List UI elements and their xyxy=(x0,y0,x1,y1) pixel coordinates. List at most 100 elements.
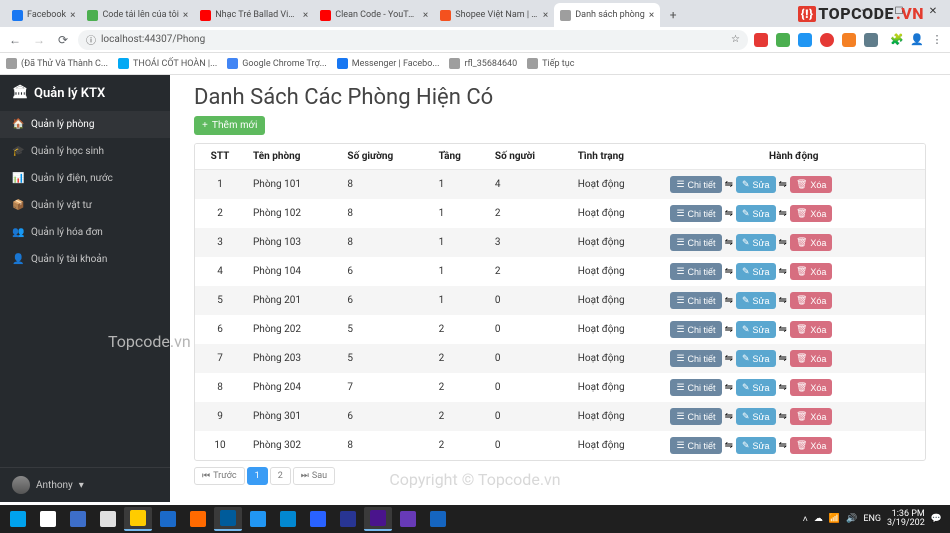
pager-next[interactable]: ⏭Sau xyxy=(293,467,335,485)
detail-button[interactable]: ☰Chi tiết xyxy=(670,176,721,193)
cell-giuong: 5 xyxy=(339,344,430,373)
edit-button[interactable]: ✎Sửa xyxy=(736,292,776,309)
edit-button[interactable]: ✎Sửa xyxy=(736,437,776,454)
add-button[interactable]: + Thêm mới xyxy=(194,116,265,135)
taskbar-clock[interactable]: 1:36 PM 3/19/202 xyxy=(887,510,925,529)
taskbar-app-chrome[interactable] xyxy=(124,507,152,531)
edit-button[interactable]: ✎Sửa xyxy=(736,263,776,280)
star-icon[interactable]: ☆ xyxy=(731,34,740,45)
sidebar-item[interactable]: 👥Quản lý hóa đơn xyxy=(0,219,170,246)
delete-button[interactable]: 🗑Xóa xyxy=(790,379,832,396)
detail-button[interactable]: ☰Chi tiết xyxy=(670,408,721,425)
delete-button[interactable]: 🗑Xóa xyxy=(790,263,832,280)
edit-button[interactable]: ✎Sửa xyxy=(736,205,776,222)
browser-tab[interactable]: Shopee Việt Nam | Mua và Bá× xyxy=(434,3,554,27)
bookmark-item[interactable]: Messenger | Facebo... xyxy=(337,58,440,69)
taskbar-app-start[interactable] xyxy=(4,507,32,531)
tray-notifications-icon[interactable]: 💬 xyxy=(931,514,942,524)
taskbar-app-vscode[interactable] xyxy=(214,507,242,531)
edit-button[interactable]: ✎Sửa xyxy=(736,234,776,251)
profile-icon[interactable]: 👤 xyxy=(910,33,924,46)
pager-prev[interactable]: ⏮Trước xyxy=(194,467,245,485)
edit-button[interactable]: ✎Sửa xyxy=(736,176,776,193)
taskbar-app-app1[interactable] xyxy=(244,507,272,531)
detail-button[interactable]: ☰Chi tiết xyxy=(670,234,721,251)
tab-close-icon[interactable]: × xyxy=(649,10,654,21)
taskbar-app-ps[interactable] xyxy=(334,507,362,531)
sidebar-item[interactable]: 🏠Quản lý phòng xyxy=(0,111,170,138)
delete-button[interactable]: 🗑Xóa xyxy=(790,408,832,425)
kebab-menu-icon[interactable]: ⋮ xyxy=(930,33,944,46)
detail-button[interactable]: ☰Chi tiết xyxy=(670,263,721,280)
detail-button[interactable]: ☰Chi tiết xyxy=(670,321,721,338)
delete-button[interactable]: 🗑Xóa xyxy=(790,292,832,309)
user-menu[interactable]: Anthony ▾ xyxy=(0,467,170,502)
taskbar-app-edge[interactable] xyxy=(154,507,182,531)
bookmark-item[interactable]: (Đã Thử Và Thành C... xyxy=(6,58,108,69)
bookmark-favicon xyxy=(227,58,238,69)
url-box[interactable]: ⓘ localhost:44307/Phong ☆ xyxy=(78,30,748,50)
delete-button[interactable]: 🗑Xóa xyxy=(790,176,832,193)
ext-icon[interactable] xyxy=(820,33,834,47)
tab-close-icon[interactable]: × xyxy=(183,10,188,21)
tray-chevron-up-icon[interactable]: ˄ xyxy=(803,514,808,525)
taskbar-app-app2[interactable] xyxy=(274,507,302,531)
taskbar-app-explorer[interactable] xyxy=(94,507,122,531)
brand[interactable]: 🏛 Quản lý KTX xyxy=(0,75,170,111)
delete-button[interactable]: 🗑Xóa xyxy=(790,205,832,222)
ext-icon[interactable] xyxy=(776,33,790,47)
bookmark-item[interactable]: THOÁI CỐT HOÀN |... xyxy=(118,58,217,69)
delete-button[interactable]: 🗑Xóa xyxy=(790,234,832,251)
sidebar-item[interactable]: 🎓Quản lý học sinh xyxy=(0,138,170,165)
back-button[interactable]: ← xyxy=(6,33,24,47)
pager-page[interactable]: 1 xyxy=(247,467,268,485)
forward-button[interactable]: → xyxy=(30,33,48,47)
tab-close-icon[interactable]: × xyxy=(303,10,308,21)
browser-tab[interactable]: Danh sách phòng× xyxy=(554,3,660,27)
sidebar-item[interactable]: 📊Quản lý điện, nước xyxy=(0,165,170,192)
taskbar-app-vs[interactable] xyxy=(364,507,392,531)
detail-button[interactable]: ☰Chi tiết xyxy=(670,379,721,396)
taskbar-app-messenger[interactable] xyxy=(304,507,332,531)
detail-button[interactable]: ☰Chi tiết xyxy=(670,292,721,309)
new-tab-button[interactable]: + xyxy=(664,6,682,24)
delete-button[interactable]: 🗑Xóa xyxy=(790,321,832,338)
browser-tab[interactable]: Nhạc Trẻ Ballad Việt Hay N× xyxy=(194,3,314,27)
tab-close-icon[interactable]: × xyxy=(543,10,548,21)
delete-button[interactable]: 🗑Xóa xyxy=(790,437,832,454)
puzzle-icon[interactable]: 🧩 xyxy=(890,33,904,46)
sidebar-item[interactable]: 📦Quản lý vật tư xyxy=(0,192,170,219)
tray-volume-icon[interactable]: 🔊 xyxy=(846,514,857,524)
detail-button[interactable]: ☰Chi tiết xyxy=(670,437,721,454)
browser-tab[interactable]: Facebook× xyxy=(6,3,81,27)
tray-cloud-icon[interactable]: ☁ xyxy=(814,514,823,524)
pager-page[interactable]: 2 xyxy=(270,467,291,485)
browser-tab[interactable]: Code tải lên của tôi× xyxy=(81,3,194,27)
detail-button[interactable]: ☰Chi tiết xyxy=(670,350,721,367)
detail-button[interactable]: ☰Chi tiết xyxy=(670,205,721,222)
edit-button[interactable]: ✎Sửa xyxy=(736,350,776,367)
reload-button[interactable]: ⟳ xyxy=(54,33,72,47)
taskbar-app-task-view[interactable] xyxy=(64,507,92,531)
taskbar-app-ai[interactable] xyxy=(184,507,212,531)
sidebar-item[interactable]: 👤Quản lý tài khoản xyxy=(0,246,170,273)
ext-icon[interactable] xyxy=(842,33,856,47)
bookmark-item[interactable]: Google Chrome Trợ... xyxy=(227,58,327,69)
bookmark-item[interactable]: rfl_35684640 xyxy=(449,58,517,69)
delete-button[interactable]: 🗑Xóa xyxy=(790,350,832,367)
edit-button[interactable]: ✎Sửa xyxy=(736,379,776,396)
browser-tab[interactable]: Clean Code - YouTube× xyxy=(314,3,434,27)
ext-icon[interactable] xyxy=(754,33,768,47)
taskbar-app-onenote[interactable] xyxy=(394,507,422,531)
tab-close-icon[interactable]: × xyxy=(423,10,428,21)
tray-wifi-icon[interactable]: 📶 xyxy=(829,514,840,524)
bookmark-item[interactable]: Tiếp tục xyxy=(527,58,574,69)
edit-button[interactable]: ✎Sửa xyxy=(736,321,776,338)
taskbar-app-search[interactable] xyxy=(34,507,62,531)
tray-lang-icon[interactable]: ENG xyxy=(863,514,881,524)
taskbar-app-word[interactable] xyxy=(424,507,452,531)
ext-icon[interactable] xyxy=(798,33,812,47)
ext-icon[interactable] xyxy=(864,33,878,47)
edit-button[interactable]: ✎Sửa xyxy=(736,408,776,425)
tab-close-icon[interactable]: × xyxy=(70,10,75,21)
